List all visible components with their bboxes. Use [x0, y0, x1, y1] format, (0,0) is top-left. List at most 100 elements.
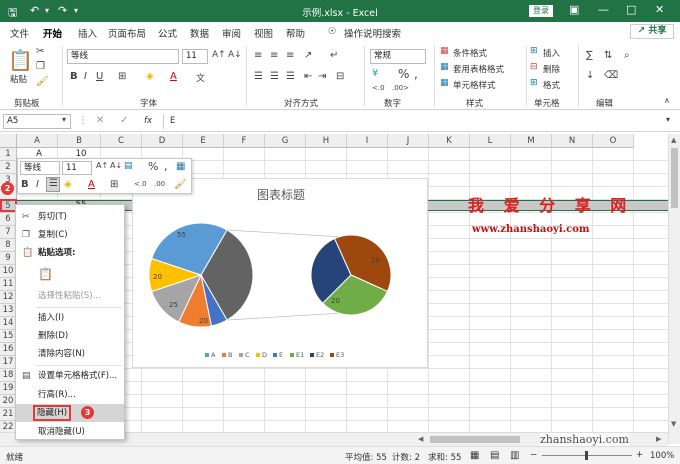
tab-file[interactable]: 文件	[10, 26, 29, 40]
percent-icon[interactable]: %	[398, 67, 409, 81]
menu-delete[interactable]: 删除(D)	[16, 327, 124, 345]
bold-icon[interactable]: B	[70, 71, 78, 82]
column-header-h[interactable]: H	[306, 134, 347, 148]
zoom-out-icon[interactable]: −	[530, 450, 537, 460]
legend-label-e1[interactable]: E1	[296, 351, 304, 359]
menu-clear[interactable]: 清除内容(N)	[16, 345, 124, 363]
minimize-icon[interactable]: —	[598, 3, 609, 16]
column-header-f[interactable]: F	[224, 134, 265, 148]
column-header-e[interactable]: E	[183, 134, 224, 148]
enter-icon[interactable]: ✓	[120, 115, 128, 126]
connector-line[interactable]	[226, 229, 344, 238]
pie-of-pie-chart[interactable]: 图表标题 55 20 25 20 20 20 A B C D E E1 E2 E3	[132, 178, 428, 368]
column-header-m[interactable]: M	[511, 134, 552, 148]
table-format-button[interactable]: 套用表格格式	[453, 63, 504, 75]
italic-icon[interactable]: I	[84, 71, 87, 82]
shrink-font-icon[interactable]: A↓	[228, 50, 242, 60]
cond-format-button[interactable]: 条件格式	[453, 47, 487, 59]
legend-label-e2[interactable]: E2	[316, 351, 324, 359]
format-cells-button[interactable]: 格式	[543, 79, 560, 91]
row-header-2[interactable]: 2	[0, 161, 17, 174]
mini-percent-icon[interactable]: %	[148, 160, 158, 173]
font-name-select[interactable]: 等线	[67, 49, 179, 64]
menu-format-cells[interactable]: ▤ 设置单元格格式(F)...	[16, 367, 124, 385]
cell-style-button[interactable]: 单元格样式	[453, 79, 496, 91]
orientation-icon[interactable]: ↗	[304, 50, 312, 61]
scroll-up-icon[interactable]: ▲	[671, 136, 676, 144]
menu-insert[interactable]: 插入(I)	[16, 309, 124, 327]
page-layout-view-icon[interactable]: ▤	[490, 450, 499, 461]
legend-label-a[interactable]: A	[211, 351, 216, 359]
scroll-left-icon[interactable]: ◀	[418, 435, 423, 443]
column-header-d[interactable]: D	[142, 134, 183, 148]
column-header-n[interactable]: N	[552, 134, 593, 148]
cancel-icon[interactable]: ✕	[96, 115, 104, 126]
currency-icon[interactable]: ¥	[372, 68, 378, 79]
login-button[interactable]: 登录	[529, 5, 553, 17]
connector-line[interactable]	[226, 312, 344, 321]
ribbon-display-icon[interactable]: ▣	[569, 3, 579, 16]
legend-label-c[interactable]: C	[245, 351, 250, 359]
fill-color-icon[interactable]: ◈	[146, 71, 154, 82]
legend-label-b[interactable]: B	[228, 351, 232, 359]
expand-formula-icon[interactable]: ▾	[666, 115, 670, 124]
menu-paste-special[interactable]: 选择性粘贴(S)...	[16, 287, 124, 305]
page-break-view-icon[interactable]: ▥	[510, 450, 519, 461]
tab-insert[interactable]: 插入	[78, 26, 97, 40]
scroll-down-icon[interactable]: ▼	[671, 420, 676, 428]
format-painter-icon[interactable]: 🖌	[36, 76, 49, 87]
tab-help[interactable]: 帮助	[286, 26, 305, 40]
insert-function-icon[interactable]: fx	[144, 116, 152, 126]
mini-grow-font-icon[interactable]: A↑	[96, 161, 108, 170]
align-middle-icon[interactable]: ≡	[270, 50, 278, 61]
copy-icon[interactable]: ❐	[36, 61, 45, 72]
column-header-g[interactable]: G	[265, 134, 306, 148]
vertical-scrollbar[interactable]: ▲ ▼	[668, 134, 680, 444]
column-header-j[interactable]: J	[388, 134, 429, 148]
menu-unhide[interactable]: 取消隐藏(U)	[16, 423, 124, 441]
mini-inc-decimal-icon[interactable]: <.0	[134, 180, 147, 188]
delete-cells-button[interactable]: 删除	[543, 63, 560, 75]
mini-bold-icon[interactable]: B	[21, 179, 29, 190]
paste-icon[interactable]: 📋	[8, 48, 33, 72]
tab-data[interactable]: 数据	[190, 26, 209, 40]
font-color-icon[interactable]: A	[170, 71, 177, 82]
fill-icon[interactable]: ↓	[586, 70, 594, 81]
mini-italic-icon[interactable]: I	[36, 179, 39, 190]
mini-font-size[interactable]: 11	[62, 161, 92, 175]
find-icon[interactable]: ⌕	[624, 50, 630, 61]
align-center-icon[interactable]: ☰	[270, 71, 279, 82]
mini-dec-decimal-icon[interactable]: .00	[154, 180, 165, 188]
paste-label[interactable]: 粘贴	[10, 73, 27, 85]
wrap-text-icon[interactable]: ↵	[330, 50, 338, 61]
chart-title[interactable]: 图表标题	[257, 188, 305, 202]
column-header-k[interactable]: K	[429, 134, 470, 148]
decrease-decimal-icon[interactable]: .00>	[392, 84, 409, 92]
autosum-icon[interactable]: ∑	[586, 50, 593, 61]
select-all-corner[interactable]	[0, 134, 17, 148]
align-top-icon[interactable]: ≡	[254, 50, 262, 61]
mini-comma-icon[interactable]: ,	[164, 160, 168, 173]
clear-icon[interactable]: ⌫	[604, 70, 618, 81]
name-box-dropdown-icon[interactable]: ▾	[62, 115, 66, 124]
font-size-select[interactable]: 11	[182, 49, 208, 64]
sort-filter-icon[interactable]: ⇅	[604, 50, 612, 61]
normal-view-icon[interactable]: ▦	[470, 450, 479, 461]
decrease-indent-icon[interactable]: ⇤	[304, 71, 312, 82]
maximize-icon[interactable]: □	[626, 3, 636, 16]
formula-input[interactable]: E	[170, 116, 175, 126]
zoom-level[interactable]: 100%	[650, 451, 674, 461]
mini-border-icon[interactable]: ⊞	[110, 179, 118, 190]
column-header-l[interactable]: L	[470, 134, 511, 148]
merge-center-icon[interactable]: ⊟	[336, 71, 344, 82]
align-bottom-icon[interactable]: ≡	[286, 50, 294, 61]
column-header-c[interactable]: C	[101, 134, 142, 148]
tab-page-layout[interactable]: 页面布局	[108, 26, 146, 40]
align-right-icon[interactable]: ☰	[286, 71, 295, 82]
mini-currency-icon[interactable]: ▤	[124, 161, 133, 171]
legend-label-e3[interactable]: E3	[336, 351, 344, 359]
menu-copy[interactable]: ❐ 复制(C)	[16, 226, 124, 244]
collapse-ribbon-icon[interactable]: ∧	[664, 96, 670, 105]
mini-fill-icon[interactable]: ◈	[64, 179, 72, 190]
row-header-1[interactable]: 1	[0, 148, 17, 161]
